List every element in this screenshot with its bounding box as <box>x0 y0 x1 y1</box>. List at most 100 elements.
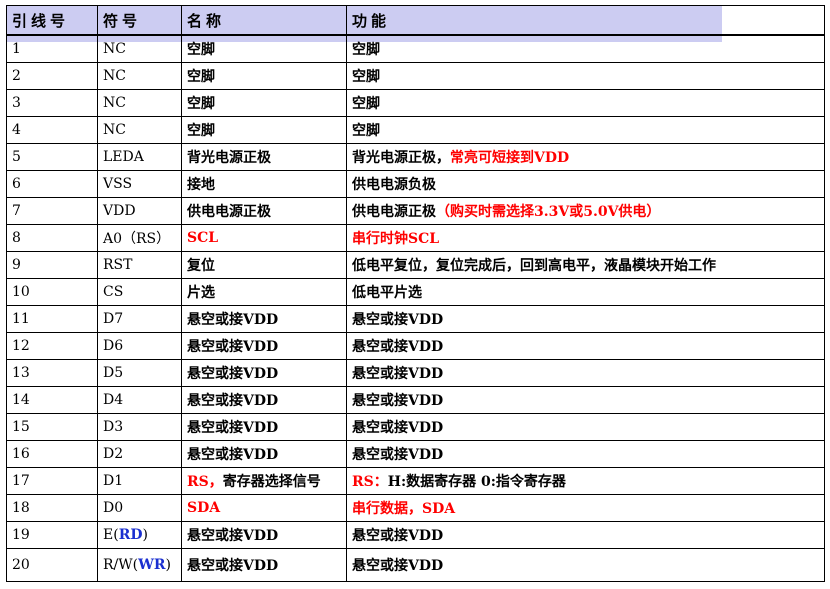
pin-number: 2 <box>6 62 98 90</box>
header-name: 名称 <box>181 5 347 36</box>
function-note-red: （购买时需选择3.3V或5.0V供电） <box>436 204 661 220</box>
pin-symbol: E(RD) <box>97 521 182 549</box>
pin-function: 串行数据，SDA <box>346 494 825 522</box>
pin-function: 悬空或接VDD <box>346 521 825 549</box>
table-row: 20 R/W(WR) 悬空或接VDD 悬空或接VDD <box>6 548 825 582</box>
pin-definition-table: 引线号 符号 名称 功能 1 NC 空脚 空脚 2 NC 空脚 空脚 3 NC … <box>6 5 825 582</box>
symbol-prefix: R/W( <box>103 557 139 573</box>
pin-number: 7 <box>6 197 98 225</box>
pin-number: 18 <box>6 494 98 522</box>
name-text: 寄存器选择信号 <box>222 474 321 490</box>
pin-symbol: VDD <box>97 197 182 225</box>
symbol-suffix: ) <box>165 557 171 573</box>
pin-name: 接地 <box>181 170 347 198</box>
pin-name: SDA <box>181 494 347 522</box>
pin-function: 悬空或接VDD <box>346 305 825 333</box>
pin-function: RS：H:数据寄存器 0:指令寄存器 <box>346 467 825 495</box>
pin-number: 15 <box>6 413 98 441</box>
table-row: 19 E(RD) 悬空或接VDD 悬空或接VDD <box>6 521 825 549</box>
pin-name: 悬空或接VDD <box>181 386 347 414</box>
pin-symbol: D0 <box>97 494 182 522</box>
table-header-row: 引线号 符号 名称 功能 <box>6 5 825 36</box>
pin-symbol: R/W(WR) <box>97 548 182 582</box>
pin-name: SCL <box>181 224 347 252</box>
pin-name: 空脚 <box>181 116 347 144</box>
table-row: 12 D6 悬空或接VDD 悬空或接VDD <box>6 332 825 360</box>
pin-symbol: A0（RS） <box>97 224 182 252</box>
table-row: 14 D4 悬空或接VDD 悬空或接VDD <box>6 386 825 414</box>
pin-name: 悬空或接VDD <box>181 548 347 582</box>
pin-symbol: NC <box>97 34 182 63</box>
symbol-suffix: ) <box>142 527 148 543</box>
pin-name: 悬空或接VDD <box>181 413 347 441</box>
pin-number: 14 <box>6 386 98 414</box>
table-row: 10 CS 片选 低电平片选 <box>6 278 825 306</box>
table-row: 3 NC 空脚 空脚 <box>6 89 825 117</box>
pin-function: 空脚 <box>346 34 825 63</box>
pin-symbol: NC <box>97 62 182 90</box>
header-pin: 引线号 <box>6 5 98 36</box>
pin-number: 16 <box>6 440 98 468</box>
table-row: 15 D3 悬空或接VDD 悬空或接VDD <box>6 413 825 441</box>
symbol-blue: RD <box>118 527 143 543</box>
pin-symbol: NC <box>97 116 182 144</box>
pin-name: 空脚 <box>181 89 347 117</box>
pin-number: 6 <box>6 170 98 198</box>
pin-name: 片选 <box>181 278 347 306</box>
pin-name: 悬空或接VDD <box>181 332 347 360</box>
table-row: 1 NC 空脚 空脚 <box>6 34 825 63</box>
pin-name: 复位 <box>181 251 347 279</box>
pin-symbol: VSS <box>97 170 182 198</box>
pin-name: 背光电源正极 <box>181 143 347 171</box>
pin-function: 供电电源正极（购买时需选择3.3V或5.0V供电） <box>346 197 825 225</box>
pin-number: 5 <box>6 143 98 171</box>
function-red: RS： <box>352 474 388 490</box>
pin-number: 3 <box>6 89 98 117</box>
table-row: 6 VSS 接地 供电电源负极 <box>6 170 825 198</box>
function-text: 供电电源正极 <box>352 204 436 220</box>
table-row: 5 LEDA 背光电源正极 背光电源正极，常亮可短接到VDD <box>6 143 825 171</box>
name-red: RS， <box>187 474 223 490</box>
pin-number: 20 <box>6 548 98 582</box>
pin-function: 悬空或接VDD <box>346 332 825 360</box>
pin-function: 供电电源负极 <box>346 170 825 198</box>
pin-function: 悬空或接VDD <box>346 440 825 468</box>
pin-symbol: LEDA <box>97 143 182 171</box>
pin-function: 低电平片选 <box>346 278 825 306</box>
function-text: H:数据寄存器 0:指令寄存器 <box>387 474 566 490</box>
pin-name: 悬空或接VDD <box>181 359 347 387</box>
table-row: 11 D7 悬空或接VDD 悬空或接VDD <box>6 305 825 333</box>
table-row: 2 NC 空脚 空脚 <box>6 62 825 90</box>
table-row: 17 D1 RS，寄存器选择信号 RS：H:数据寄存器 0:指令寄存器 <box>6 467 825 495</box>
pin-number: 4 <box>6 116 98 144</box>
table-row: 9 RST 复位 低电平复位，复位完成后，回到高电平，液晶模块开始工作 <box>6 251 825 279</box>
pin-name: 悬空或接VDD <box>181 305 347 333</box>
table-row: 13 D5 悬空或接VDD 悬空或接VDD <box>6 359 825 387</box>
pin-number: 12 <box>6 332 98 360</box>
pin-number: 13 <box>6 359 98 387</box>
pin-number: 1 <box>6 34 98 63</box>
table-row: 8 A0（RS） SCL 串行时钟SCL <box>6 224 825 252</box>
pin-function: 低电平复位，复位完成后，回到高电平，液晶模块开始工作 <box>346 251 825 279</box>
pin-function: 悬空或接VDD <box>346 548 825 582</box>
pin-number: 8 <box>6 224 98 252</box>
pin-symbol: D6 <box>97 332 182 360</box>
pin-function: 空脚 <box>346 62 825 90</box>
function-text: 背光电源正极， <box>352 150 450 166</box>
pin-number: 11 <box>6 305 98 333</box>
function-note-red: 常亮可短接到VDD <box>450 150 570 166</box>
pin-symbol: NC <box>97 89 182 117</box>
pin-symbol: D7 <box>97 305 182 333</box>
pin-number: 9 <box>6 251 98 279</box>
pin-function: 悬空或接VDD <box>346 359 825 387</box>
pin-symbol: D1 <box>97 467 182 495</box>
pin-function: 空脚 <box>346 116 825 144</box>
pin-name: 悬空或接VDD <box>181 440 347 468</box>
header-symbol: 符号 <box>97 5 182 36</box>
table-row: 18 D0 SDA 串行数据，SDA <box>6 494 825 522</box>
pin-name: 供电电源正极 <box>181 197 347 225</box>
pin-function: 空脚 <box>346 89 825 117</box>
pin-symbol: D4 <box>97 386 182 414</box>
pin-function: 悬空或接VDD <box>346 386 825 414</box>
pin-symbol: RST <box>97 251 182 279</box>
